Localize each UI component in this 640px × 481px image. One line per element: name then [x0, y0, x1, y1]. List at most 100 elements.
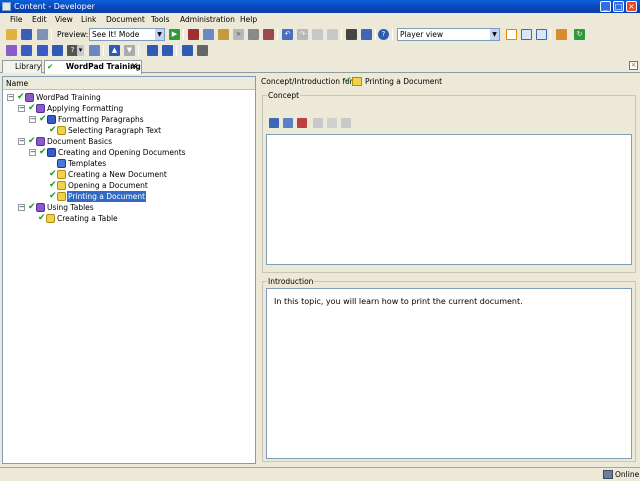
title-bar: Content - Developer _ □ ×	[0, 0, 640, 13]
close-button[interactable]: ×	[626, 1, 637, 12]
book-icon	[36, 203, 45, 212]
chevron-down-icon[interactable]: ▼	[490, 29, 499, 40]
paste-icon[interactable]	[218, 29, 229, 40]
toolbar-separator	[392, 29, 393, 40]
tree-item[interactable]: ✔ Creating a New Document	[40, 169, 250, 180]
remove-link-icon[interactable]	[297, 118, 307, 128]
preview-icon[interactable]	[341, 118, 351, 128]
tree-item-label: Creating and Opening Documents	[58, 148, 186, 157]
menu-file[interactable]: File	[10, 13, 23, 27]
tab-library[interactable]: Library	[2, 60, 42, 73]
play-icon[interactable]: ▶	[169, 29, 180, 40]
tree-item-selected[interactable]: ✔ Printing a Document	[40, 191, 250, 202]
delete-icon[interactable]: ×	[233, 29, 244, 40]
tree-item[interactable]: Templates	[40, 158, 250, 169]
chevron-down-icon[interactable]: ▼	[155, 29, 164, 40]
collapse-icon[interactable]: −	[18, 138, 25, 145]
promote-icon[interactable]	[147, 45, 158, 56]
copy-icon[interactable]	[203, 29, 214, 40]
undo-icon[interactable]: ↶	[282, 29, 293, 40]
menu-edit[interactable]: Edit	[32, 13, 47, 27]
help-icon[interactable]: ?	[378, 29, 389, 40]
tree-item[interactable]: − ✔ Using Tables	[18, 202, 248, 213]
link-icon[interactable]	[89, 45, 100, 56]
collapse-icon[interactable]: −	[18, 204, 25, 211]
view-select[interactable]: Player view ▼	[397, 28, 500, 41]
collapse-icon[interactable]	[197, 45, 208, 56]
check-icon: ✔	[17, 92, 25, 102]
insert-topic-icon[interactable]	[37, 45, 48, 56]
check-icon: ✔	[39, 114, 47, 124]
outdent-icon[interactable]	[312, 29, 323, 40]
collapse-icon[interactable]: −	[29, 149, 36, 156]
menu-document[interactable]: Document	[106, 13, 145, 27]
binoculars-icon[interactable]	[346, 29, 357, 40]
redo-icon[interactable]: ↷	[297, 29, 308, 40]
demote-icon[interactable]	[162, 45, 173, 56]
close-tab-icon[interactable]: ✕	[130, 61, 138, 73]
settings-icon[interactable]	[327, 118, 337, 128]
mode-select[interactable]: See It! Mode ▼	[89, 28, 165, 41]
topic-icon	[352, 77, 362, 86]
tree-item[interactable]: − ✔ Formatting Paragraphs	[29, 114, 249, 125]
move-up-icon[interactable]: ▲	[109, 45, 120, 56]
tree-item-label: Formatting Paragraphs	[58, 115, 144, 124]
detail-pane: Concept/Introduction for: ✔ Printing a D…	[260, 76, 640, 464]
maximize-button[interactable]: □	[613, 1, 624, 12]
menu-view[interactable]: View	[55, 13, 73, 27]
column-header-name[interactable]: Name	[3, 77, 255, 90]
properties-icon[interactable]	[248, 29, 259, 40]
close-document-icon[interactable]: ×	[629, 61, 638, 70]
indent-icon[interactable]	[327, 29, 338, 40]
introduction-editor[interactable]: In this topic, you will learn how to pri…	[266, 288, 632, 459]
introduction-legend: Introduction	[267, 277, 315, 286]
tab-wordpad-training[interactable]: ✔ WordPad Training ✕	[44, 60, 142, 74]
insert-module-icon[interactable]	[6, 45, 17, 56]
web-page-icon	[57, 159, 66, 168]
tree-item-label: Creating a New Document	[68, 170, 167, 179]
view-select-value: Player view	[400, 30, 443, 39]
menu-help[interactable]: Help	[240, 13, 257, 27]
collapse-icon[interactable]: −	[7, 94, 14, 101]
check-icon: ✔	[344, 76, 352, 86]
save-icon[interactable]	[21, 29, 32, 40]
publish-icon[interactable]	[556, 29, 567, 40]
minimize-button[interactable]: _	[600, 1, 611, 12]
layout-vertical-icon[interactable]	[536, 29, 547, 40]
link-icon[interactable]	[269, 118, 279, 128]
edit-icon[interactable]	[313, 118, 323, 128]
insert-section-icon[interactable]	[21, 45, 32, 56]
collapse-icon[interactable]: −	[29, 116, 36, 123]
move-down-icon[interactable]: ▼	[124, 45, 135, 56]
tree-item[interactable]: − ✔ Creating and Opening Documents	[29, 147, 249, 158]
open-icon[interactable]	[6, 29, 17, 40]
tree-item[interactable]: ✔ Creating a Table	[29, 213, 249, 224]
tree-item-label: Document Basics	[47, 137, 113, 146]
layout-horizontal-icon[interactable]	[521, 29, 532, 40]
layout-single-icon[interactable]	[506, 29, 517, 40]
menu-tools[interactable]: Tools	[151, 13, 169, 27]
concept-content[interactable]	[266, 134, 632, 265]
insert-web-page-icon[interactable]	[52, 45, 63, 56]
refresh-icon[interactable]: ↻	[574, 29, 585, 40]
print-icon[interactable]	[37, 29, 48, 40]
concept-group: Concept	[262, 91, 636, 273]
chevron-down-icon[interactable]: ▾	[77, 45, 84, 56]
tab-library-label: Library	[15, 62, 42, 71]
expand-icon[interactable]	[182, 45, 193, 56]
spell-check-icon[interactable]	[361, 29, 372, 40]
tree-item[interactable]: ✔ Opening a Document	[40, 180, 250, 191]
find-icon[interactable]	[263, 29, 274, 40]
menu-link[interactable]: Link	[81, 13, 96, 27]
tree-item[interactable]: − ✔ Document Basics	[18, 136, 248, 147]
collapse-icon[interactable]: −	[18, 105, 25, 112]
tree-item[interactable]: − ✔ Applying Formatting	[18, 103, 248, 114]
menu-administration[interactable]: Administration	[180, 13, 235, 27]
tree-item[interactable]: − ✔ WordPad Training	[7, 92, 247, 103]
toolbar-separator	[103, 45, 104, 56]
toolbar-separator	[277, 29, 278, 40]
tree-item[interactable]: ✔ Selecting Paragraph Text	[40, 125, 250, 136]
cut-icon[interactable]	[188, 29, 199, 40]
toolbar-separator	[51, 29, 52, 40]
attach-icon[interactable]	[283, 118, 293, 128]
